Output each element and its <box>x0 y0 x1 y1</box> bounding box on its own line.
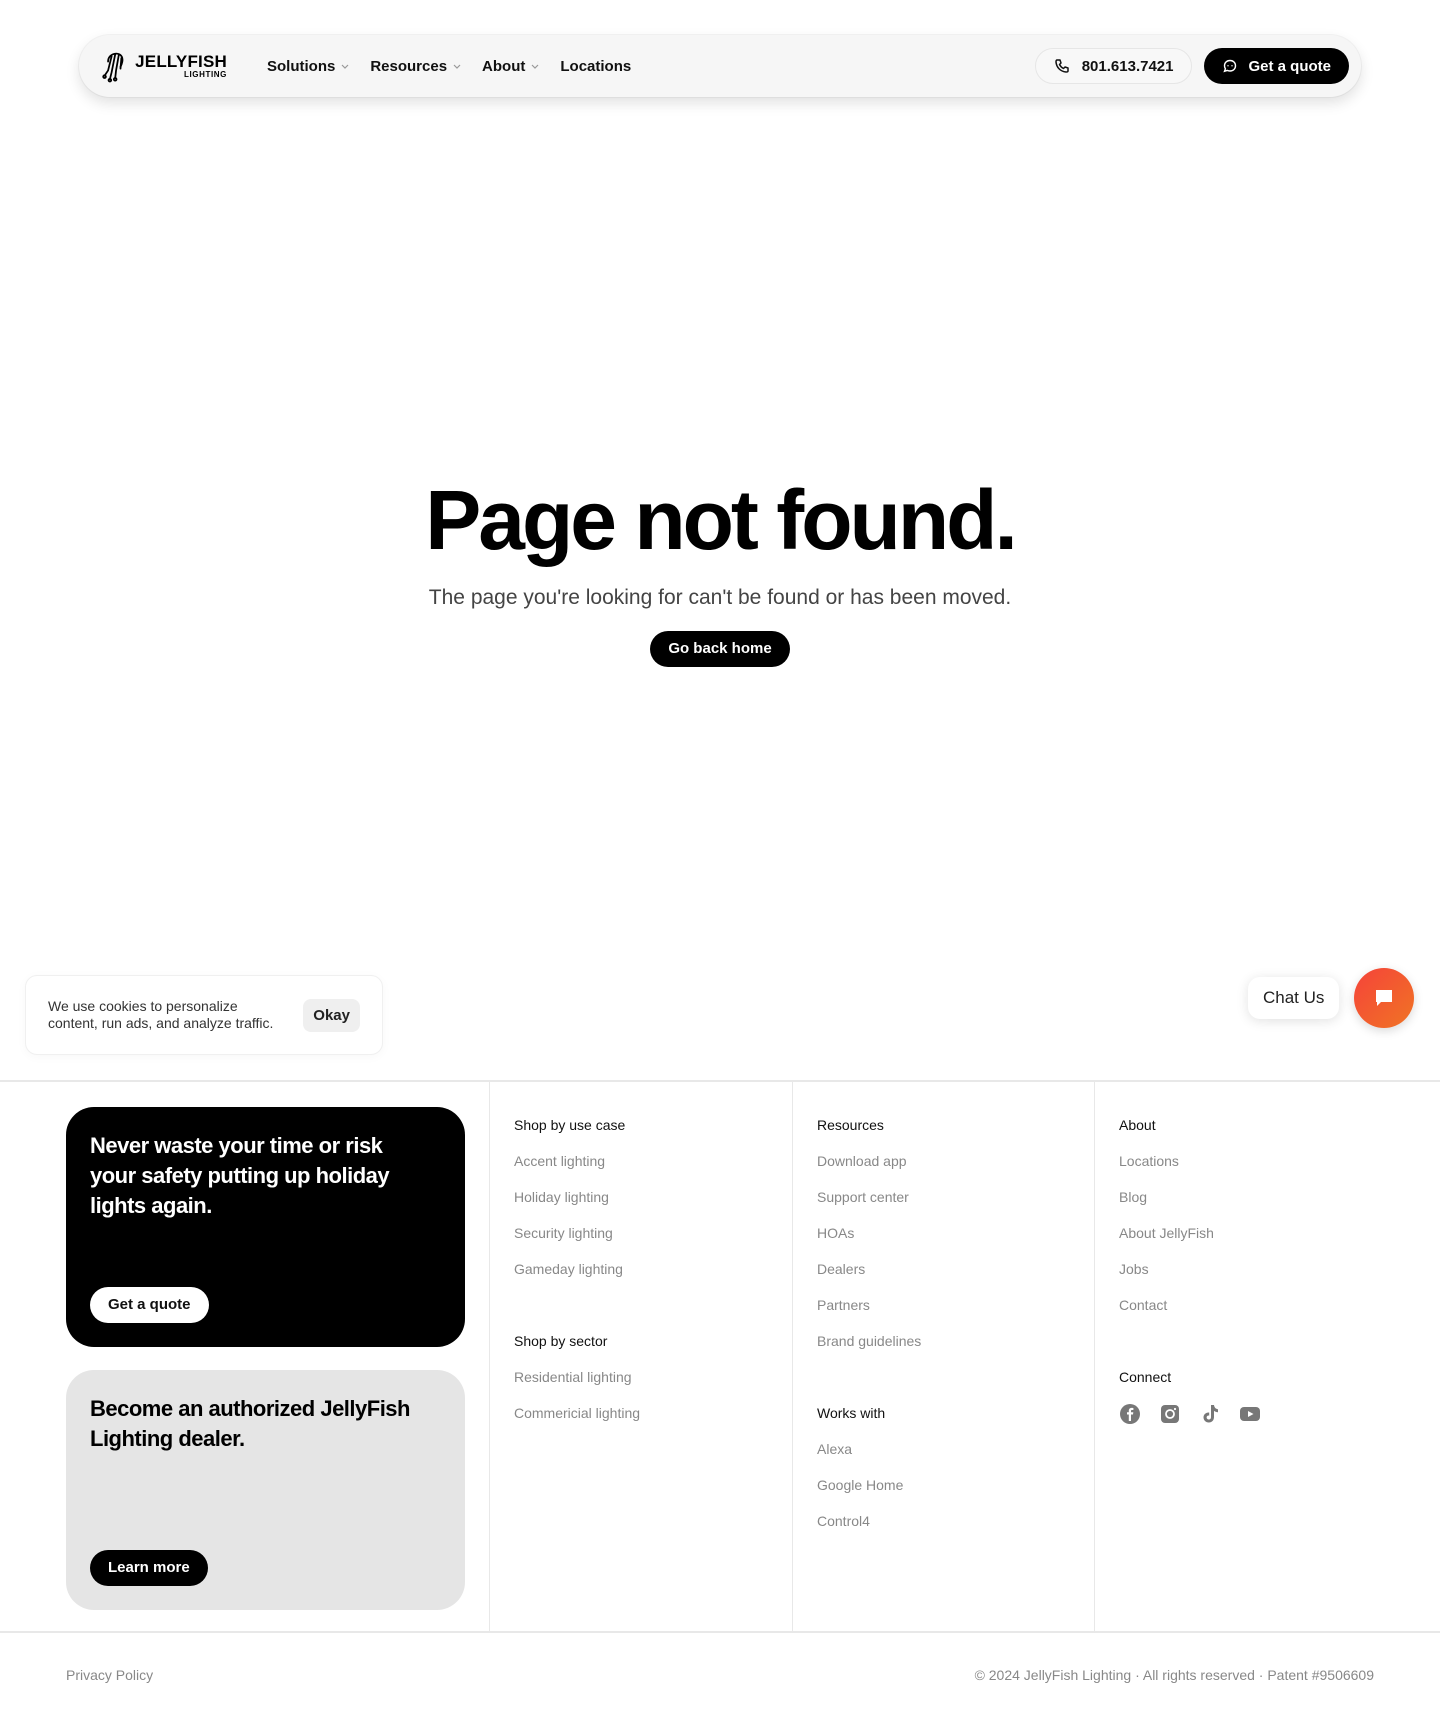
youtube-icon[interactable] <box>1239 1403 1261 1425</box>
footer-link[interactable]: HOAs <box>817 1223 921 1243</box>
get-quote-label: Get a quote <box>1248 57 1331 75</box>
privacy-policy-link[interactable]: Privacy Policy <box>66 1667 153 1683</box>
not-found-section: Page not found. The page you're looking … <box>0 470 1440 667</box>
page-title: Page not found. <box>425 473 1018 567</box>
dealer-promo-card: Become an authorized JellyFish Lighting … <box>66 1370 465 1610</box>
card-get-quote-button[interactable]: Get a quote <box>90 1287 209 1323</box>
instagram-icon[interactable] <box>1159 1403 1181 1425</box>
footer-heading: Resources <box>817 1117 884 1133</box>
footer-column-shop: Shop by use case Accent lighting Holiday… <box>514 1115 640 1439</box>
footer-column-resources: Resources Download app Support center HO… <box>817 1115 921 1547</box>
page-subtitle: The page you're looking for can't be fou… <box>428 586 1012 609</box>
cookie-okay-button[interactable]: Okay <box>303 998 360 1032</box>
facebook-icon[interactable] <box>1119 1403 1141 1425</box>
page: JELLYFISH LIGHTING Solutions Resources A… <box>0 0 1440 1718</box>
footer-link[interactable]: Control4 <box>817 1511 921 1531</box>
nav-links: Solutions Resources About Locations <box>267 58 631 75</box>
footer-link[interactable]: Brand guidelines <box>817 1331 921 1351</box>
nav-locations[interactable]: Locations <box>560 58 631 75</box>
footer-link[interactable]: Support center <box>817 1187 921 1207</box>
footer-link[interactable]: Commericial lighting <box>514 1403 640 1423</box>
cookie-text: We use cookies to personalize content, r… <box>48 998 274 1031</box>
chat-launcher-button[interactable] <box>1354 968 1414 1028</box>
footer-link[interactable]: Jobs <box>1119 1259 1261 1279</box>
get-quote-button[interactable]: Get a quote <box>1204 48 1349 84</box>
footer-divider <box>1094 1082 1095 1631</box>
message-icon <box>1376 990 1392 1006</box>
cookie-banner: We use cookies to personalize content, r… <box>25 975 383 1055</box>
social-links <box>1119 1403 1261 1425</box>
go-back-home-button[interactable]: Go back home <box>650 631 790 667</box>
footer-link[interactable]: Download app <box>817 1151 921 1171</box>
footer-link[interactable]: Locations <box>1119 1151 1261 1171</box>
phone-button[interactable]: 801.613.7421 <box>1034 48 1193 84</box>
chevron-down-icon <box>453 64 461 69</box>
quote-promo-title: Never waste your time or risk your safet… <box>90 1133 390 1218</box>
top-nav: JELLYFISH LIGHTING Solutions Resources A… <box>79 35 1361 97</box>
nav-resources-label: Resources <box>370 57 448 75</box>
footer-link[interactable]: Google Home <box>817 1475 921 1495</box>
footer-heading: Connect <box>1119 1369 1172 1385</box>
footer-link[interactable]: Gameday lighting <box>514 1259 640 1279</box>
learn-more-button[interactable]: Learn more <box>90 1550 208 1586</box>
nav-solutions[interactable]: Solutions <box>267 58 350 75</box>
nav-solutions-label: Solutions <box>267 57 336 75</box>
footer-link[interactable]: Residential lighting <box>514 1367 640 1387</box>
nav-resources[interactable]: Resources <box>370 58 462 75</box>
footer: Never waste your time or risk your safet… <box>0 1080 1440 1633</box>
nav-locations-label: Locations <box>560 57 632 75</box>
footer-link[interactable]: Alexa <box>817 1439 921 1459</box>
footer-heading: Shop by use case <box>514 1117 626 1133</box>
footer-link[interactable]: Contact <box>1119 1295 1261 1315</box>
chat-bubble-icon <box>1223 59 1237 73</box>
footer-heading: About <box>1119 1117 1156 1133</box>
nav-about-label: About <box>482 57 526 75</box>
chat-us-label[interactable]: Chat Us <box>1248 977 1340 1019</box>
tiktok-icon[interactable] <box>1199 1403 1221 1425</box>
quote-promo-card: Never waste your time or risk your safet… <box>66 1107 465 1347</box>
footer-link[interactable]: Holiday lighting <box>514 1187 640 1207</box>
jellyfish-logo-icon <box>102 52 124 83</box>
chevron-down-icon <box>531 64 539 69</box>
footer-link[interactable]: About JellyFish <box>1119 1223 1261 1243</box>
nav-about[interactable]: About <box>482 58 540 75</box>
logo[interactable]: JELLYFISH LIGHTING <box>101 46 227 86</box>
logo-wordmark: JELLYFISH <box>135 52 227 71</box>
footer-link[interactable]: Accent lighting <box>514 1151 640 1171</box>
footer-heading: Works with <box>817 1405 886 1421</box>
footer-link[interactable]: Dealers <box>817 1259 921 1279</box>
logo-subtitle: LIGHTING <box>183 70 227 79</box>
footer-link[interactable]: Blog <box>1119 1187 1261 1207</box>
copyright-text: © 2024 JellyFish Lighting · All rights r… <box>974 1667 1374 1683</box>
footer-heading: Shop by sector <box>514 1333 608 1349</box>
phone-icon <box>1054 59 1069 73</box>
footer-divider <box>489 1082 490 1631</box>
footer-bottom-bar: Privacy Policy © 2024 JellyFish Lighting… <box>0 1635 1440 1718</box>
footer-column-about: About Locations Blog About JellyFish Job… <box>1119 1115 1261 1425</box>
chevron-down-icon <box>341 64 349 69</box>
phone-number: 801.613.7421 <box>1081 57 1174 75</box>
dealer-promo-title: Become an authorized JellyFish Lighting … <box>90 1396 410 1451</box>
footer-link[interactable]: Partners <box>817 1295 921 1315</box>
footer-link[interactable]: Security lighting <box>514 1223 640 1243</box>
footer-divider <box>792 1082 793 1631</box>
